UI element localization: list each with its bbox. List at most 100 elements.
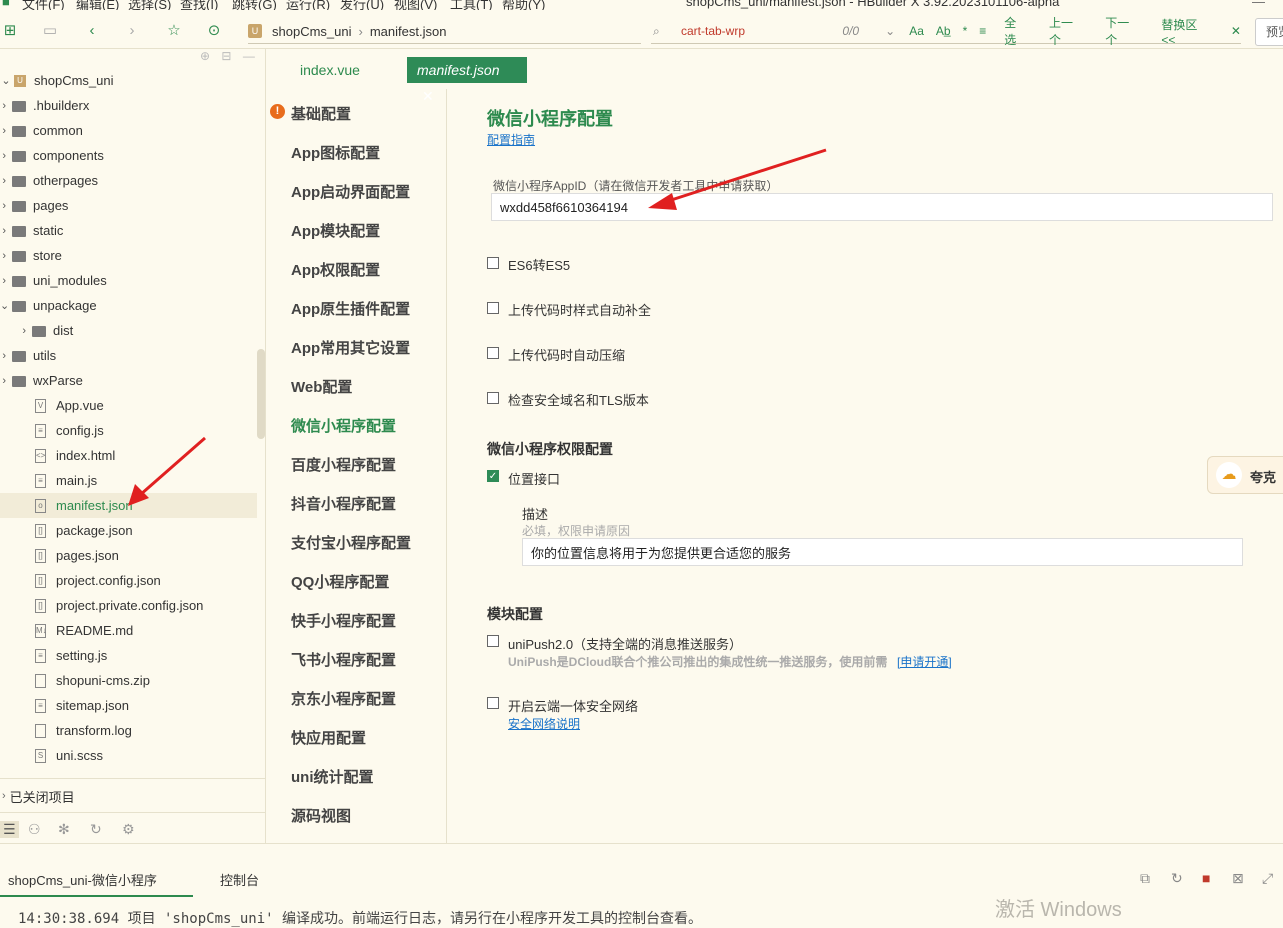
- whole-word-toggle[interactable]: Ab̲: [936, 24, 951, 38]
- menu-view[interactable]: 视图(V): [394, 0, 437, 10]
- settings-nav-item[interactable]: App原生插件配置: [291, 298, 410, 319]
- file-item[interactable]: M↓ README.md: [0, 618, 257, 643]
- chevron-right-icon[interactable]: ›: [0, 175, 12, 187]
- menu-publish[interactable]: 发行(U): [340, 0, 384, 10]
- restart-icon[interactable]: ↻: [1171, 870, 1183, 887]
- tab-index-vue[interactable]: index.vue: [290, 57, 370, 83]
- settings-nav-item[interactable]: 京东小程序配置: [291, 688, 396, 709]
- chevron-right-icon[interactable]: ›: [0, 275, 12, 287]
- menu-goto[interactable]: 跳转(G): [232, 0, 277, 10]
- file-item[interactable]: ≡ sitemap.json: [0, 693, 257, 718]
- breadcrumb-project[interactable]: shopCms_uni: [272, 24, 352, 39]
- settings-nav-item[interactable]: App常用其它设置: [291, 337, 410, 358]
- tab-manifest-json[interactable]: manifest.json ✕: [407, 57, 527, 104]
- chevron-right-icon[interactable]: ›: [0, 100, 12, 112]
- secure-network-link[interactable]: 安全网络说明: [508, 715, 580, 732]
- clear-console-icon[interactable]: ⊠: [1232, 870, 1244, 887]
- back-icon[interactable]: ‹: [82, 20, 102, 40]
- folder-item[interactable]: › uni_modules: [0, 268, 257, 293]
- debug-icon[interactable]: ⚇: [28, 821, 41, 838]
- menu-select[interactable]: 选择(S): [128, 0, 171, 10]
- run-icon[interactable]: ⊙: [204, 20, 224, 40]
- file-item[interactable]: [] pages.json: [0, 543, 257, 568]
- menu-file[interactable]: 文件(F): [22, 0, 65, 10]
- folder-item[interactable]: › dist: [0, 318, 257, 343]
- previous-match-button[interactable]: 上一个: [1049, 14, 1083, 48]
- settings-nav-item[interactable]: QQ小程序配置: [291, 571, 389, 592]
- file-item[interactable]: [] package.json: [0, 518, 257, 543]
- chevron-right-icon[interactable]: ›: [0, 150, 12, 162]
- chevron-down-icon[interactable]: ⌄: [0, 299, 12, 312]
- chevron-right-icon[interactable]: ›: [0, 250, 12, 262]
- config-guide-link[interactable]: 配置指南: [487, 131, 535, 148]
- tab-console[interactable]: 控制台: [220, 870, 259, 889]
- check-domain-checkbox[interactable]: [487, 392, 499, 404]
- menu-find[interactable]: 查找(I): [180, 0, 218, 10]
- file-item[interactable]: [] project.private.config.json: [0, 593, 257, 618]
- replace-toggle-button[interactable]: 替换区<<: [1161, 16, 1209, 47]
- expand-panel-icon[interactable]: ⤢: [1262, 870, 1273, 887]
- folder-item[interactable]: ⌄ unpackage: [0, 293, 257, 318]
- settings-nav-item[interactable]: 快手小程序配置: [291, 610, 396, 631]
- breadcrumb-file[interactable]: manifest.json: [370, 24, 447, 39]
- unipush-apply-link[interactable]: [申请开通]: [897, 653, 952, 670]
- quark-widget[interactable]: ☁ 夸克: [1207, 456, 1283, 494]
- star-icon[interactable]: ☆: [164, 20, 184, 40]
- settings-nav-item[interactable]: 源码视图: [291, 805, 351, 826]
- file-item[interactable]: Suni.scss: [0, 743, 257, 768]
- chevron-down-icon[interactable]: ⌄: [885, 24, 895, 38]
- save-icon[interactable]: ▭: [40, 20, 60, 40]
- file-item[interactable]: o manifest.json: [0, 493, 257, 518]
- plugin-icon[interactable]: ⚙: [122, 821, 135, 838]
- chevron-right-icon[interactable]: ›: [0, 350, 12, 362]
- chevron-right-icon[interactable]: ›: [0, 125, 12, 137]
- settings-nav-item[interactable]: 快应用配置: [291, 727, 366, 748]
- menu-run[interactable]: 运行(R): [286, 0, 330, 10]
- chevron-right-icon[interactable]: ›: [0, 325, 32, 337]
- settings-nav-item[interactable]: 百度小程序配置: [291, 454, 396, 475]
- select-all-button[interactable]: 全选: [1004, 14, 1027, 48]
- project-root[interactable]: ⌄ U shopCms_uni: [0, 68, 257, 93]
- settings-nav-item[interactable]: 抖音小程序配置: [291, 493, 396, 514]
- folder-item[interactable]: › .hbuilderx: [0, 93, 257, 118]
- settings-nav-item[interactable]: App权限配置: [291, 259, 380, 280]
- folder-item[interactable]: › otherpages: [0, 168, 257, 193]
- regex-toggle-icon[interactable]: *: [963, 24, 968, 38]
- file-item[interactable]: shopuni-cms.zip: [0, 668, 257, 693]
- match-case-toggle[interactable]: Aa: [909, 24, 924, 38]
- explorer-icon[interactable]: ☰: [0, 821, 19, 838]
- stop-icon[interactable]: ■: [1202, 870, 1210, 886]
- folder-item[interactable]: › components: [0, 143, 257, 168]
- settings-nav-item[interactable]: App启动界面配置: [291, 181, 410, 202]
- folder-item[interactable]: › store: [0, 243, 257, 268]
- find-close-icon[interactable]: ✕: [1231, 24, 1241, 38]
- minify-checkbox[interactable]: [487, 347, 499, 359]
- selection-toggle-icon[interactable]: ≡: [979, 24, 986, 38]
- open-devtools-icon[interactable]: ⧉: [1140, 870, 1150, 887]
- desc-input[interactable]: 你的位置信息将用于为您提供更合适您的服务: [522, 538, 1243, 566]
- folder-item[interactable]: › utils: [0, 343, 257, 368]
- settings-nav-item[interactable]: 基础配置: [291, 103, 351, 124]
- location-checkbox[interactable]: ✓: [487, 470, 499, 482]
- menu-tools[interactable]: 工具(T): [450, 0, 493, 10]
- settings-nav-item[interactable]: App图标配置: [291, 142, 380, 163]
- folder-item[interactable]: › static: [0, 218, 257, 243]
- folder-item[interactable]: › pages: [0, 193, 257, 218]
- file-item[interactable]: ≡ setting.js: [0, 643, 257, 668]
- minimize-icon[interactable]: —: [1252, 0, 1265, 9]
- sidebar-scrollbar[interactable]: [257, 349, 265, 439]
- settings-nav-item[interactable]: Web配置: [291, 376, 352, 397]
- settings-nav-item[interactable]: 飞书小程序配置: [291, 649, 396, 670]
- settings-nav-item[interactable]: uni统计配置: [291, 766, 374, 787]
- folder-item[interactable]: › wxParse: [0, 368, 257, 393]
- settings-nav-item[interactable]: 支付宝小程序配置: [291, 532, 411, 553]
- secure-network-checkbox[interactable]: [487, 697, 499, 709]
- es6-checkbox[interactable]: [487, 257, 499, 269]
- chevron-right-icon[interactable]: ›: [0, 225, 12, 237]
- collapse-icon[interactable]: ⊟: [221, 49, 231, 63]
- locate-icon[interactable]: ⊕: [200, 49, 210, 63]
- menu-edit[interactable]: 编辑(E): [76, 0, 119, 10]
- new-file-icon[interactable]: ⊞: [0, 20, 20, 40]
- unipush-checkbox[interactable]: [487, 635, 499, 647]
- file-item[interactable]: ≡ config.js: [0, 418, 257, 443]
